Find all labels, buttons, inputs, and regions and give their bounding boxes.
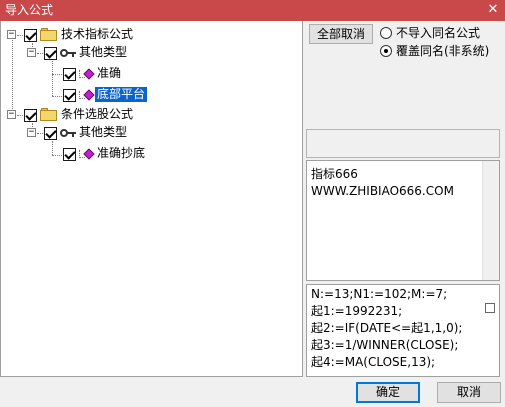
- tree-node-label-selected[interactable]: 底部平台: [95, 87, 148, 102]
- formula-icon: [79, 148, 95, 160]
- tree-node-label[interactable]: 准确抄底: [95, 146, 147, 161]
- tree-connector: [12, 35, 13, 115]
- tree-node-label[interactable]: 其他类型: [77, 125, 129, 140]
- close-icon[interactable]: ✕: [485, 1, 501, 19]
- expand-toggle[interactable]: −: [7, 30, 16, 39]
- description-scrollbar[interactable]: [482, 161, 499, 280]
- info-panel: [306, 129, 500, 158]
- tree-node-label[interactable]: 其他类型: [77, 45, 129, 60]
- code-line: 起2:=IF(DATE<=起1,1,0);: [311, 321, 463, 335]
- code-line: 起4:=MA(CLOSE,13);: [311, 355, 436, 369]
- folder-icon: [40, 28, 57, 41]
- node-checkbox[interactable]: [63, 148, 76, 161]
- formula-icon: [79, 68, 95, 80]
- tree-connector: [52, 141, 53, 155]
- node-checkbox[interactable]: [24, 109, 37, 122]
- key-icon: [60, 128, 76, 138]
- code-scroll-toggle[interactable]: [485, 303, 495, 313]
- code-line: 起3:=1/WINNER(CLOSE);: [311, 338, 459, 352]
- expand-toggle[interactable]: −: [7, 110, 16, 119]
- formula-description[interactable]: 指标666 WWW.ZHIBIAO666.COM: [306, 160, 500, 281]
- description-line: 指标666: [311, 167, 358, 181]
- tree-connector: [52, 96, 62, 97]
- code-line: 起1:=1992231;: [311, 304, 403, 318]
- tree-node-label[interactable]: 技术指标公式: [59, 27, 135, 42]
- node-checkbox[interactable]: [24, 29, 37, 42]
- node-checkbox[interactable]: [44, 47, 57, 60]
- node-checkbox[interactable]: [63, 89, 76, 102]
- tree-connector: [52, 155, 62, 156]
- node-checkbox[interactable]: [44, 127, 57, 140]
- description-line: WWW.ZHIBIAO666.COM: [311, 184, 454, 198]
- ok-button[interactable]: 确定: [356, 382, 420, 403]
- key-icon: [60, 48, 76, 58]
- cancel-button[interactable]: 取消: [437, 382, 501, 403]
- formula-tree[interactable]: − 技术指标公式 − 其他类型 准确 底部平台 − 条件选股公式 − 其他类型 …: [0, 21, 303, 377]
- tree-node-label[interactable]: 准确: [95, 66, 123, 81]
- import-formula-dialog: 导入公式 ✕ − 技术指标公式 − 其他类型 准确 底部平台 − 条件选股公式 …: [0, 0, 505, 407]
- formula-icon: [79, 89, 95, 101]
- radio-skip-label: 不导入同名公式: [396, 26, 481, 40]
- radio-overwrite-duplicates[interactable]: [380, 45, 392, 57]
- formula-code[interactable]: N:=13;N1:=102;M:=7; 起1:=1992231; 起2:=IF(…: [306, 284, 500, 377]
- tree-connector: [52, 61, 53, 96]
- title-bar: 导入公式 ✕: [0, 0, 505, 21]
- folder-icon: [40, 108, 57, 121]
- expand-toggle[interactable]: −: [27, 48, 36, 57]
- cancel-all-button[interactable]: 全部取消: [309, 24, 373, 44]
- node-checkbox[interactable]: [63, 68, 76, 81]
- radio-skip-duplicates[interactable]: [380, 27, 392, 39]
- code-line: N:=13;N1:=102;M:=7;: [311, 287, 448, 301]
- tree-node-label[interactable]: 条件选股公式: [59, 107, 135, 122]
- window-title: 导入公式: [5, 3, 54, 17]
- radio-overwrite-label: 覆盖同名(非系统): [396, 44, 490, 58]
- tree-connector: [52, 74, 62, 75]
- expand-toggle[interactable]: −: [27, 128, 36, 137]
